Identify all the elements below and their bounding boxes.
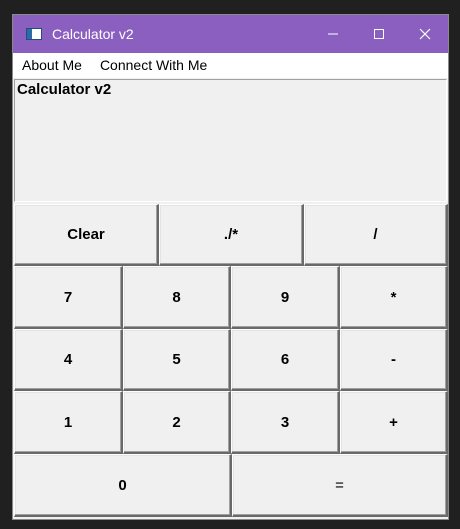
digit-4-button[interactable]: 4 (14, 329, 123, 391)
window-controls (310, 15, 448, 53)
calculator-window: Calculator v2 About Me Connect With Me C… (12, 14, 449, 520)
digit-8-button[interactable]: 8 (123, 266, 231, 329)
digit-1-button[interactable]: 1 (14, 391, 123, 454)
plus-button[interactable]: + (340, 391, 448, 454)
display-text: Calculator v2 (17, 81, 112, 98)
menu-item-about-me[interactable]: About Me (13, 53, 91, 78)
divide-button[interactable]: / (304, 204, 448, 266)
window-title: Calculator v2 (52, 26, 134, 42)
keypad: Clear ./* / 7 8 9 * 4 5 6 - 1 2 3 + 0 = (14, 204, 448, 518)
close-button[interactable] (402, 15, 448, 53)
title-bar[interactable]: Calculator v2 (13, 15, 448, 53)
digit-7-button[interactable]: 7 (14, 266, 123, 329)
calculator-display: Calculator v2 (14, 79, 447, 202)
digit-3-button[interactable]: 3 (231, 391, 340, 454)
equals-button[interactable]: = (232, 454, 448, 517)
maximize-icon (374, 29, 384, 39)
minimize-button[interactable] (310, 15, 356, 53)
minimize-icon (328, 33, 338, 35)
close-icon (419, 28, 431, 40)
digit-0-button[interactable]: 0 (14, 454, 232, 517)
clear-button[interactable]: Clear (14, 204, 159, 266)
menu-item-connect-with-me[interactable]: Connect With Me (91, 53, 216, 78)
digit-5-button[interactable]: 5 (123, 329, 231, 391)
app-icon (26, 28, 42, 40)
digit-6-button[interactable]: 6 (231, 329, 340, 391)
digit-9-button[interactable]: 9 (231, 266, 340, 329)
minus-button[interactable]: - (340, 329, 448, 391)
multiply-button[interactable]: * (340, 266, 448, 329)
maximize-button[interactable] (356, 15, 402, 53)
sqrt-button[interactable]: ./* (159, 204, 304, 266)
digit-2-button[interactable]: 2 (123, 391, 231, 454)
menu-bar: About Me Connect With Me (13, 53, 448, 78)
